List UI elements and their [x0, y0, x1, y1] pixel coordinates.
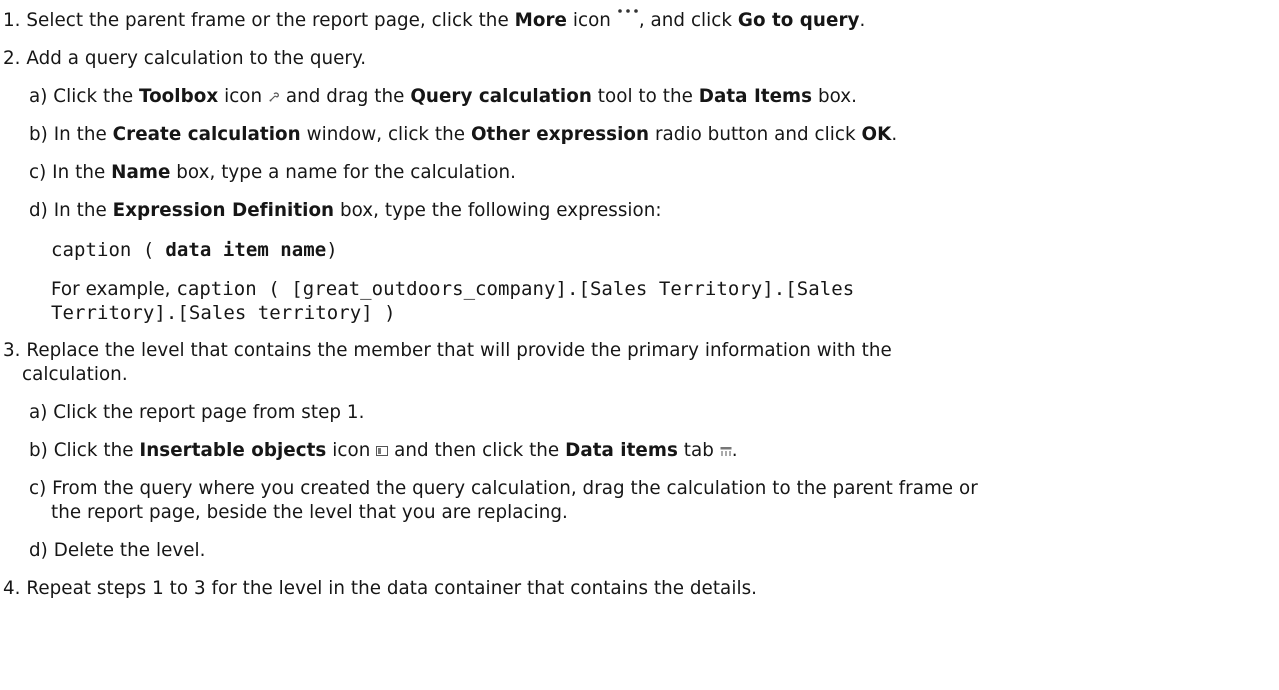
- step-3b: b) Click the Insertable objects icon and…: [29, 439, 738, 463]
- step-text: and drag the: [280, 86, 411, 107]
- insertable-objects-icon: [376, 439, 389, 463]
- step-text: Click the: [47, 86, 139, 107]
- ui-term: Create calculation: [112, 124, 301, 145]
- step-number: 4.: [3, 578, 21, 599]
- step-text: Select the parent frame or the report pa…: [20, 10, 515, 31]
- step-text: radio button and click: [649, 124, 862, 145]
- step-text: Replace the level that contains the memb…: [20, 340, 892, 361]
- step-text: icon: [326, 440, 377, 461]
- step-text: tool to the: [591, 86, 699, 107]
- ui-term: Toolbox: [138, 86, 219, 107]
- example-code: Territory].[Sales territory] ): [51, 302, 396, 324]
- ui-term: Data items: [565, 440, 678, 461]
- step-text: From the query where you created the que…: [46, 478, 978, 499]
- expression-code: caption ( data item name): [51, 238, 338, 262]
- step-3a: a) Click the report page from step 1.: [29, 401, 364, 425]
- substep-label: c): [29, 162, 47, 183]
- substep-label: a): [29, 86, 48, 107]
- step-text: window, click the: [300, 124, 471, 145]
- step-text: Add a query calculation to the query.: [20, 48, 367, 69]
- step-3c: c) From the query where you created the …: [29, 477, 978, 501]
- substep-label: b): [29, 440, 48, 461]
- code-text: ): [326, 239, 338, 261]
- substep-label: a): [29, 402, 48, 423]
- ui-term: Insertable objects: [139, 440, 327, 461]
- step-text: and then click the: [388, 440, 566, 461]
- step-text: Delete the level.: [47, 540, 206, 561]
- step-2: 2. Add a query calculation to the query.: [3, 47, 366, 71]
- step-text: the report page, beside the level that y…: [51, 502, 568, 523]
- ui-term: Query calculation: [410, 86, 592, 107]
- substep-label: b): [29, 124, 48, 145]
- step-2c: c) In the Name box, type a name for the …: [29, 161, 516, 185]
- step-text: icon: [218, 86, 269, 107]
- step-3: 3. Replace the level that contains the m…: [3, 339, 892, 363]
- step-2d: d) In the Expression Definition box, typ…: [29, 199, 662, 223]
- step-text: Click the: [47, 440, 140, 461]
- step-4: 4. Repeat steps 1 to 3 for the level in …: [3, 577, 757, 601]
- step-1: 1. Select the parent frame or the report…: [3, 9, 865, 33]
- step-text: box.: [812, 86, 858, 107]
- step-number: 1.: [3, 10, 21, 31]
- step-2b: b) In the Create calculation window, cli…: [29, 123, 897, 147]
- substep-label: c): [29, 478, 47, 499]
- step-text: In the: [47, 124, 113, 145]
- ui-term: Expression Definition: [112, 200, 335, 221]
- step-text: .: [731, 440, 738, 461]
- example-line-2: Territory].[Sales territory] ): [51, 301, 396, 325]
- step-text: Repeat steps 1 to 3 for the level in the…: [20, 578, 758, 599]
- step-text: box, type the following expression:: [334, 200, 662, 221]
- code-placeholder: data item name: [165, 239, 327, 261]
- substep-label: d): [29, 540, 48, 561]
- ui-term: Name: [111, 162, 171, 183]
- more-icon: [617, 0, 639, 23]
- example-label: For example,: [51, 279, 177, 300]
- step-3d: d) Delete the level.: [29, 539, 206, 563]
- step-text: icon: [566, 10, 617, 31]
- ui-term: Data Items: [698, 86, 813, 107]
- step-text: .: [891, 124, 898, 145]
- step-text: In the: [47, 200, 113, 221]
- step-3c-cont: the report page, beside the level that y…: [51, 501, 568, 525]
- step-text: In the: [46, 162, 112, 183]
- example-line-1: For example, caption ( [great_outdoors_c…: [51, 277, 854, 302]
- step-text: box, type a name for the calculation.: [170, 162, 516, 183]
- step-3-cont: calculation.: [22, 363, 128, 387]
- substep-label: d): [29, 200, 48, 221]
- ui-term: Go to query: [737, 10, 860, 31]
- step-2a: a) Click the Toolbox icon and drag the Q…: [29, 85, 857, 109]
- step-number: 3.: [3, 340, 21, 361]
- ui-term: More: [514, 10, 567, 31]
- step-number: 2.: [3, 48, 21, 69]
- ui-term: OK: [861, 124, 892, 145]
- step-text: Click the report page from step 1.: [47, 402, 365, 423]
- step-text: tab: [677, 440, 720, 461]
- data-items-tab-icon: [720, 439, 732, 463]
- instructions-page: 1. Select the parent frame or the report…: [0, 0, 1279, 690]
- ui-term: Other expression: [470, 124, 650, 145]
- step-text: , and click: [638, 10, 738, 31]
- code-text: caption (: [51, 239, 155, 261]
- step-text: calculation.: [22, 364, 128, 385]
- step-text: .: [859, 10, 866, 31]
- toolbox-icon: [268, 85, 280, 109]
- example-code: caption ( [great_outdoors_company].[Sale…: [176, 278, 855, 300]
